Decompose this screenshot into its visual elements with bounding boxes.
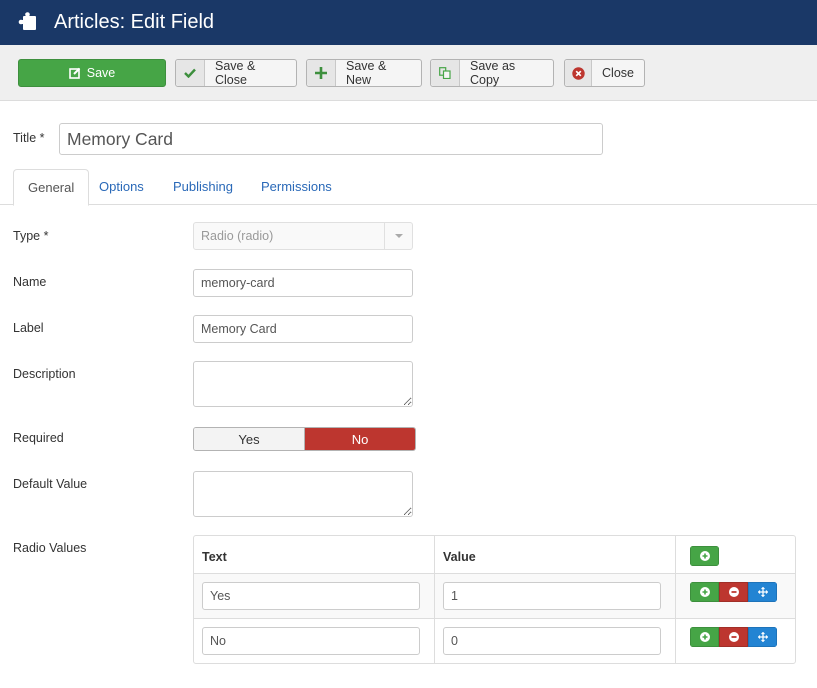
add-row-button[interactable] [690,627,719,647]
required-yes-option[interactable]: Yes [194,428,305,450]
toolbar: Save Save & Close Save & New Save as Cop… [0,45,817,101]
plus-circle-icon [699,587,710,597]
required-no-option[interactable]: No [305,428,415,450]
row-actions [690,582,777,602]
tab-general[interactable]: General [13,169,90,206]
move-icon [757,587,768,597]
label-input[interactable] [193,315,413,343]
check-icon [176,60,205,86]
tab-permissions[interactable]: Permissions [247,169,346,205]
row-text-input[interactable] [202,627,420,655]
save-label: Save [86,66,116,80]
radio-values-table: Text Value [193,535,796,664]
puzzle-icon [18,12,36,30]
chevron-down-icon [384,223,412,249]
type-select-value: Radio (radio) [201,229,274,243]
save-close-label: Save & Close [215,59,256,87]
title-label: Title * [13,131,45,145]
save-button[interactable]: Save [18,59,166,87]
copy-icon [431,60,460,86]
row-text-input[interactable] [202,582,420,610]
column-divider [434,536,435,663]
header-actions [690,546,719,566]
minus-circle-icon [728,632,739,642]
tab-publishing[interactable]: Publishing [159,169,247,205]
page-title: Articles: Edit Field [54,11,215,33]
remove-row-button[interactable] [719,627,748,647]
tab-options[interactable]: Options [85,169,158,205]
move-icon [757,632,768,642]
column-header-text: Text [202,550,227,564]
close-circle-icon [565,60,593,86]
close-label: Close [602,66,634,80]
table-row [194,573,795,618]
move-row-handle[interactable] [748,582,777,602]
move-row-handle[interactable] [748,627,777,647]
plus-circle-icon [699,632,710,642]
save-new-button[interactable]: Save & New [306,59,422,87]
edit-icon [68,67,80,79]
save-copy-label: Save as Copy [470,59,516,87]
default-value-label: Default Value [13,477,88,491]
type-label: Type * [13,229,49,243]
name-label: Name [13,275,47,289]
table-row [194,618,795,663]
description-textarea[interactable] [193,361,413,407]
row-value-input[interactable] [443,582,661,610]
minus-circle-icon [728,587,739,597]
name-input[interactable] [193,269,413,297]
plus-circle-icon [699,551,710,561]
save-close-button[interactable]: Save & Close [175,59,297,87]
default-value-textarea[interactable] [193,471,413,517]
close-button[interactable]: Close [564,59,645,87]
save-copy-button[interactable]: Save as Copy [430,59,554,87]
column-header-value: Value [443,550,476,564]
save-new-label: Save & New [346,59,387,87]
row-value-input[interactable] [443,627,661,655]
row-actions [690,627,777,647]
plus-icon [307,60,336,86]
radio-values-label: Radio Values [13,541,87,555]
column-divider [675,536,676,663]
add-row-button[interactable] [690,582,719,602]
label-label: Label [13,321,44,335]
required-label: Required [13,431,64,445]
description-label: Description [13,367,76,381]
tab-bar: General Options Publishing Permissions [0,169,817,206]
page-header: Articles: Edit Field [0,0,817,45]
add-first-row-button[interactable] [690,546,719,566]
required-toggle: Yes No [193,427,416,451]
remove-row-button[interactable] [719,582,748,602]
title-input[interactable] [59,123,603,155]
type-select[interactable]: Radio (radio) [193,222,413,250]
